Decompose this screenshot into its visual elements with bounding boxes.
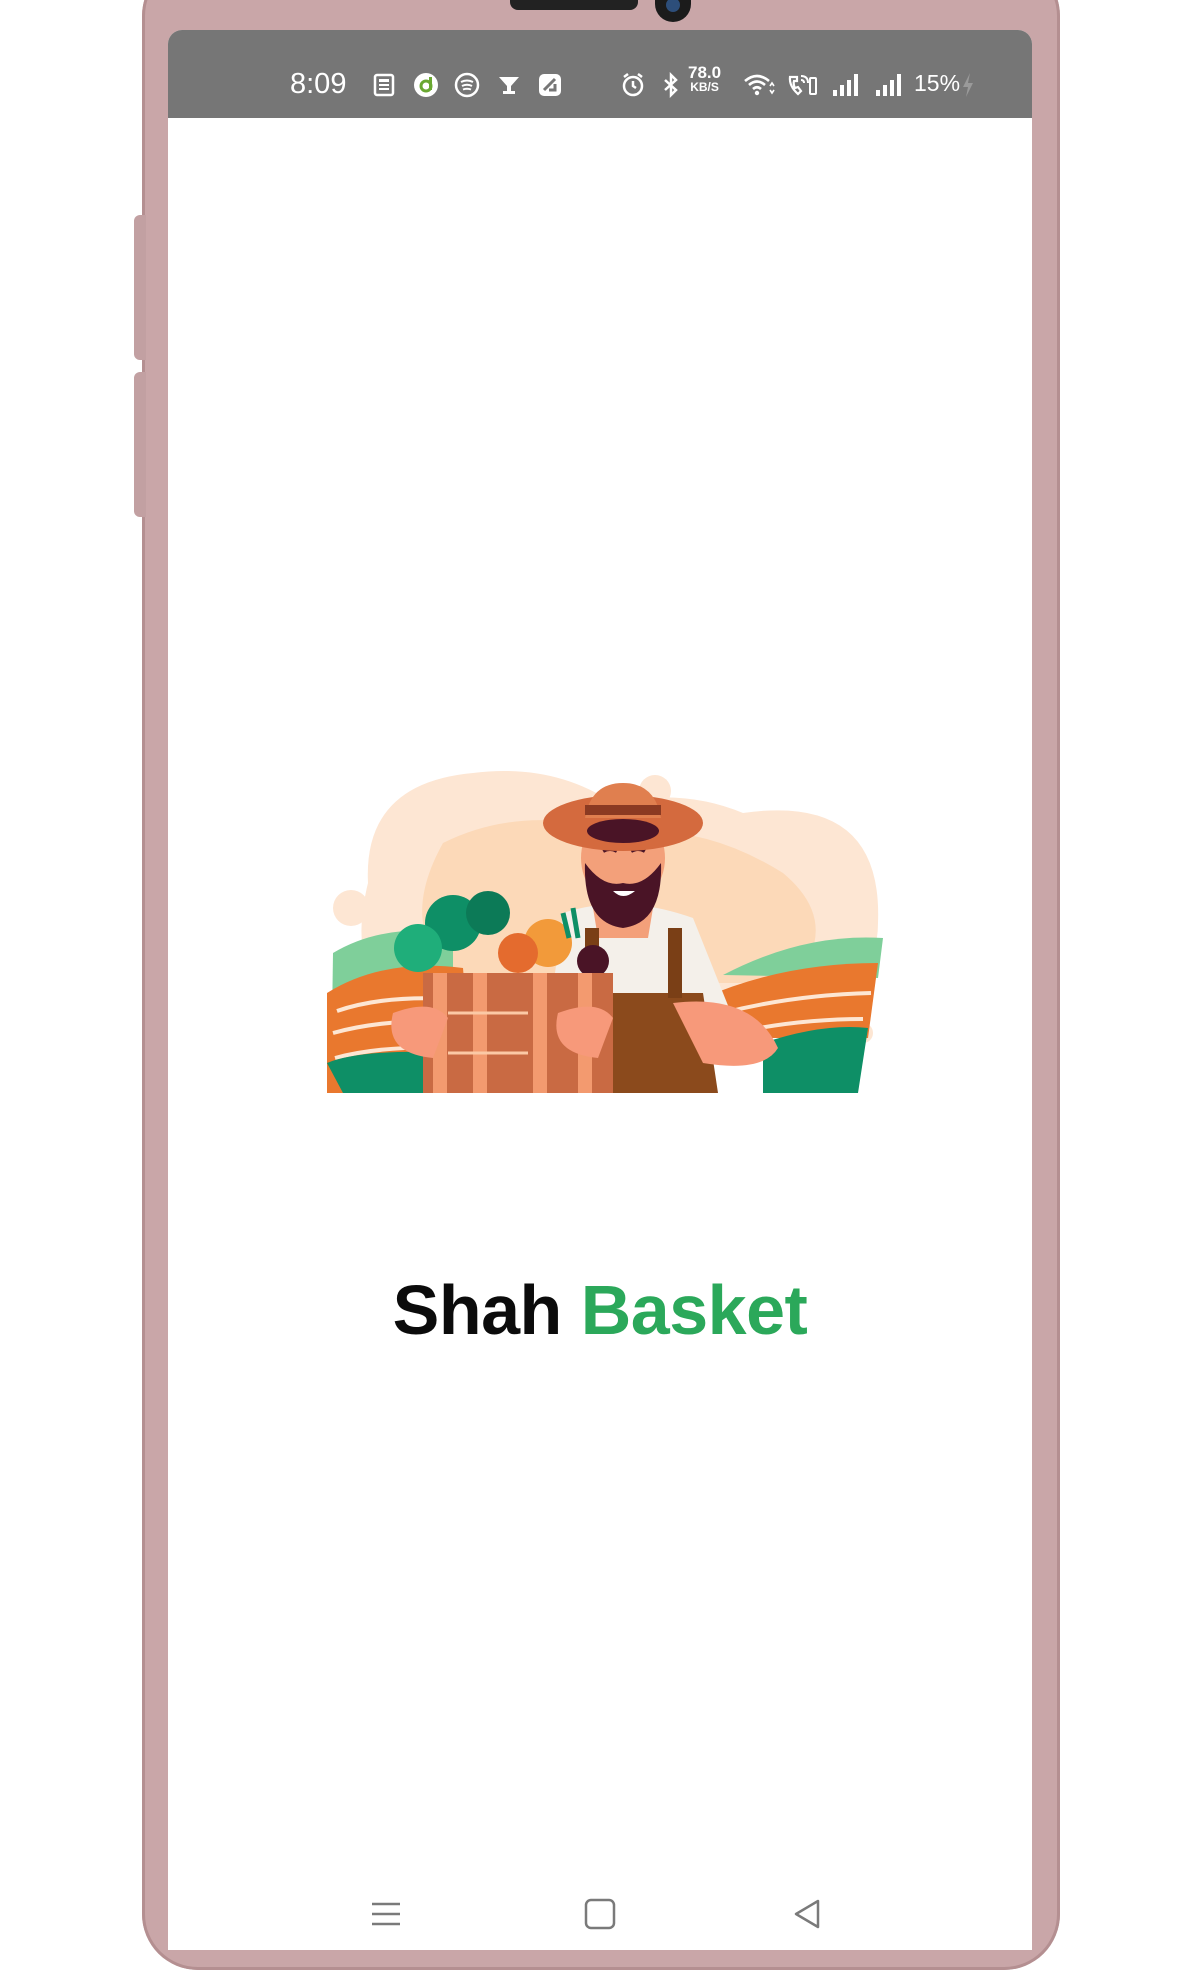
app-title-word-2: Basket [580,1271,808,1349]
charging-icon [963,73,973,97]
gallery-icon [539,74,561,96]
news-icon [373,73,395,97]
signal-2-icon [876,74,901,96]
volume-up-button [134,215,146,360]
volume-down-button [134,372,146,517]
status-time: 8:09 [290,68,347,100]
spotify-icon [454,72,480,98]
network-speed-unit: KB/S [690,80,719,94]
app-d-icon [414,73,438,97]
volte-call-icon [788,75,817,96]
status-bar: 8:09 78.0 KB/S 15% [168,30,1032,118]
bluetooth-icon [664,72,678,98]
home-square-icon[interactable] [580,1894,620,1934]
alarm-icon [622,73,644,97]
app-title: Shah Basket [168,1270,1032,1350]
system-navigation-bar [168,1878,1032,1950]
wifi-icon [744,74,775,96]
network-speed: 78.0 KB/S [688,64,721,94]
app-title-word-1: Shah [392,1271,563,1349]
trophy-icon [499,77,519,94]
earpiece [510,0,638,10]
phone-screen: 8:09 78.0 KB/S 15% Shah Basket [168,30,1032,1950]
back-triangle-icon[interactable] [788,1894,828,1934]
splash-screen: Shah Basket [168,118,1032,1878]
signal-1-icon [833,74,858,96]
farmer-illustration [327,771,883,1093]
menu-icon[interactable] [366,1894,406,1934]
battery-percent: 15% [914,70,961,96]
